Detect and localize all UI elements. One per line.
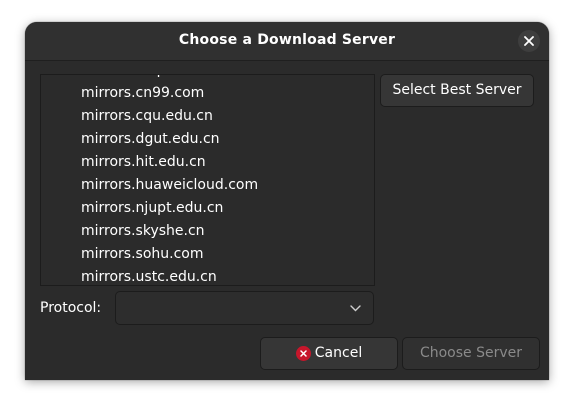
server-list[interactable]: mirrors.cn.p mirrors.cn99.com mirrors.cq… xyxy=(40,74,375,286)
select-best-server-button[interactable]: Select Best Server xyxy=(380,74,534,107)
close-button[interactable] xyxy=(518,30,540,52)
protocol-dropdown[interactable] xyxy=(115,291,374,325)
server-list-item[interactable]: mirrors.cqu.edu.cn xyxy=(81,107,213,125)
choose-server-button[interactable]: Choose Server xyxy=(402,337,540,370)
server-list-item[interactable]: mirrors.skyshe.cn xyxy=(81,222,205,240)
cancel-label: Cancel xyxy=(314,345,363,361)
server-list-item[interactable]: mirrors.dgut.edu.cn xyxy=(81,130,220,148)
cancel-icon xyxy=(295,346,311,361)
close-icon xyxy=(524,36,534,46)
server-list-item[interactable]: mirrors.hit.edu.cn xyxy=(81,153,206,171)
server-list-item-partial[interactable]: mirrors.cn.p xyxy=(81,75,165,79)
dialog-title: Choose a Download Server xyxy=(178,32,396,48)
protocol-label: Protocol: xyxy=(40,300,102,316)
title-bar: Choose a Download Server xyxy=(25,22,549,61)
server-list-item[interactable]: mirrors.ustc.edu.cn xyxy=(81,268,217,285)
cancel-button[interactable]: Cancel xyxy=(260,337,398,370)
server-list-item[interactable]: mirrors.huaweicloud.com xyxy=(81,176,258,194)
server-list-item[interactable]: mirrors.cn99.com xyxy=(81,84,204,102)
server-list-item[interactable]: mirrors.sohu.com xyxy=(81,245,204,263)
download-server-dialog: Choose a Download Server mirrors.cn.p mi… xyxy=(25,22,549,380)
chevron-down-icon xyxy=(350,305,361,312)
server-list-item[interactable]: mirrors.njupt.edu.cn xyxy=(81,199,223,217)
